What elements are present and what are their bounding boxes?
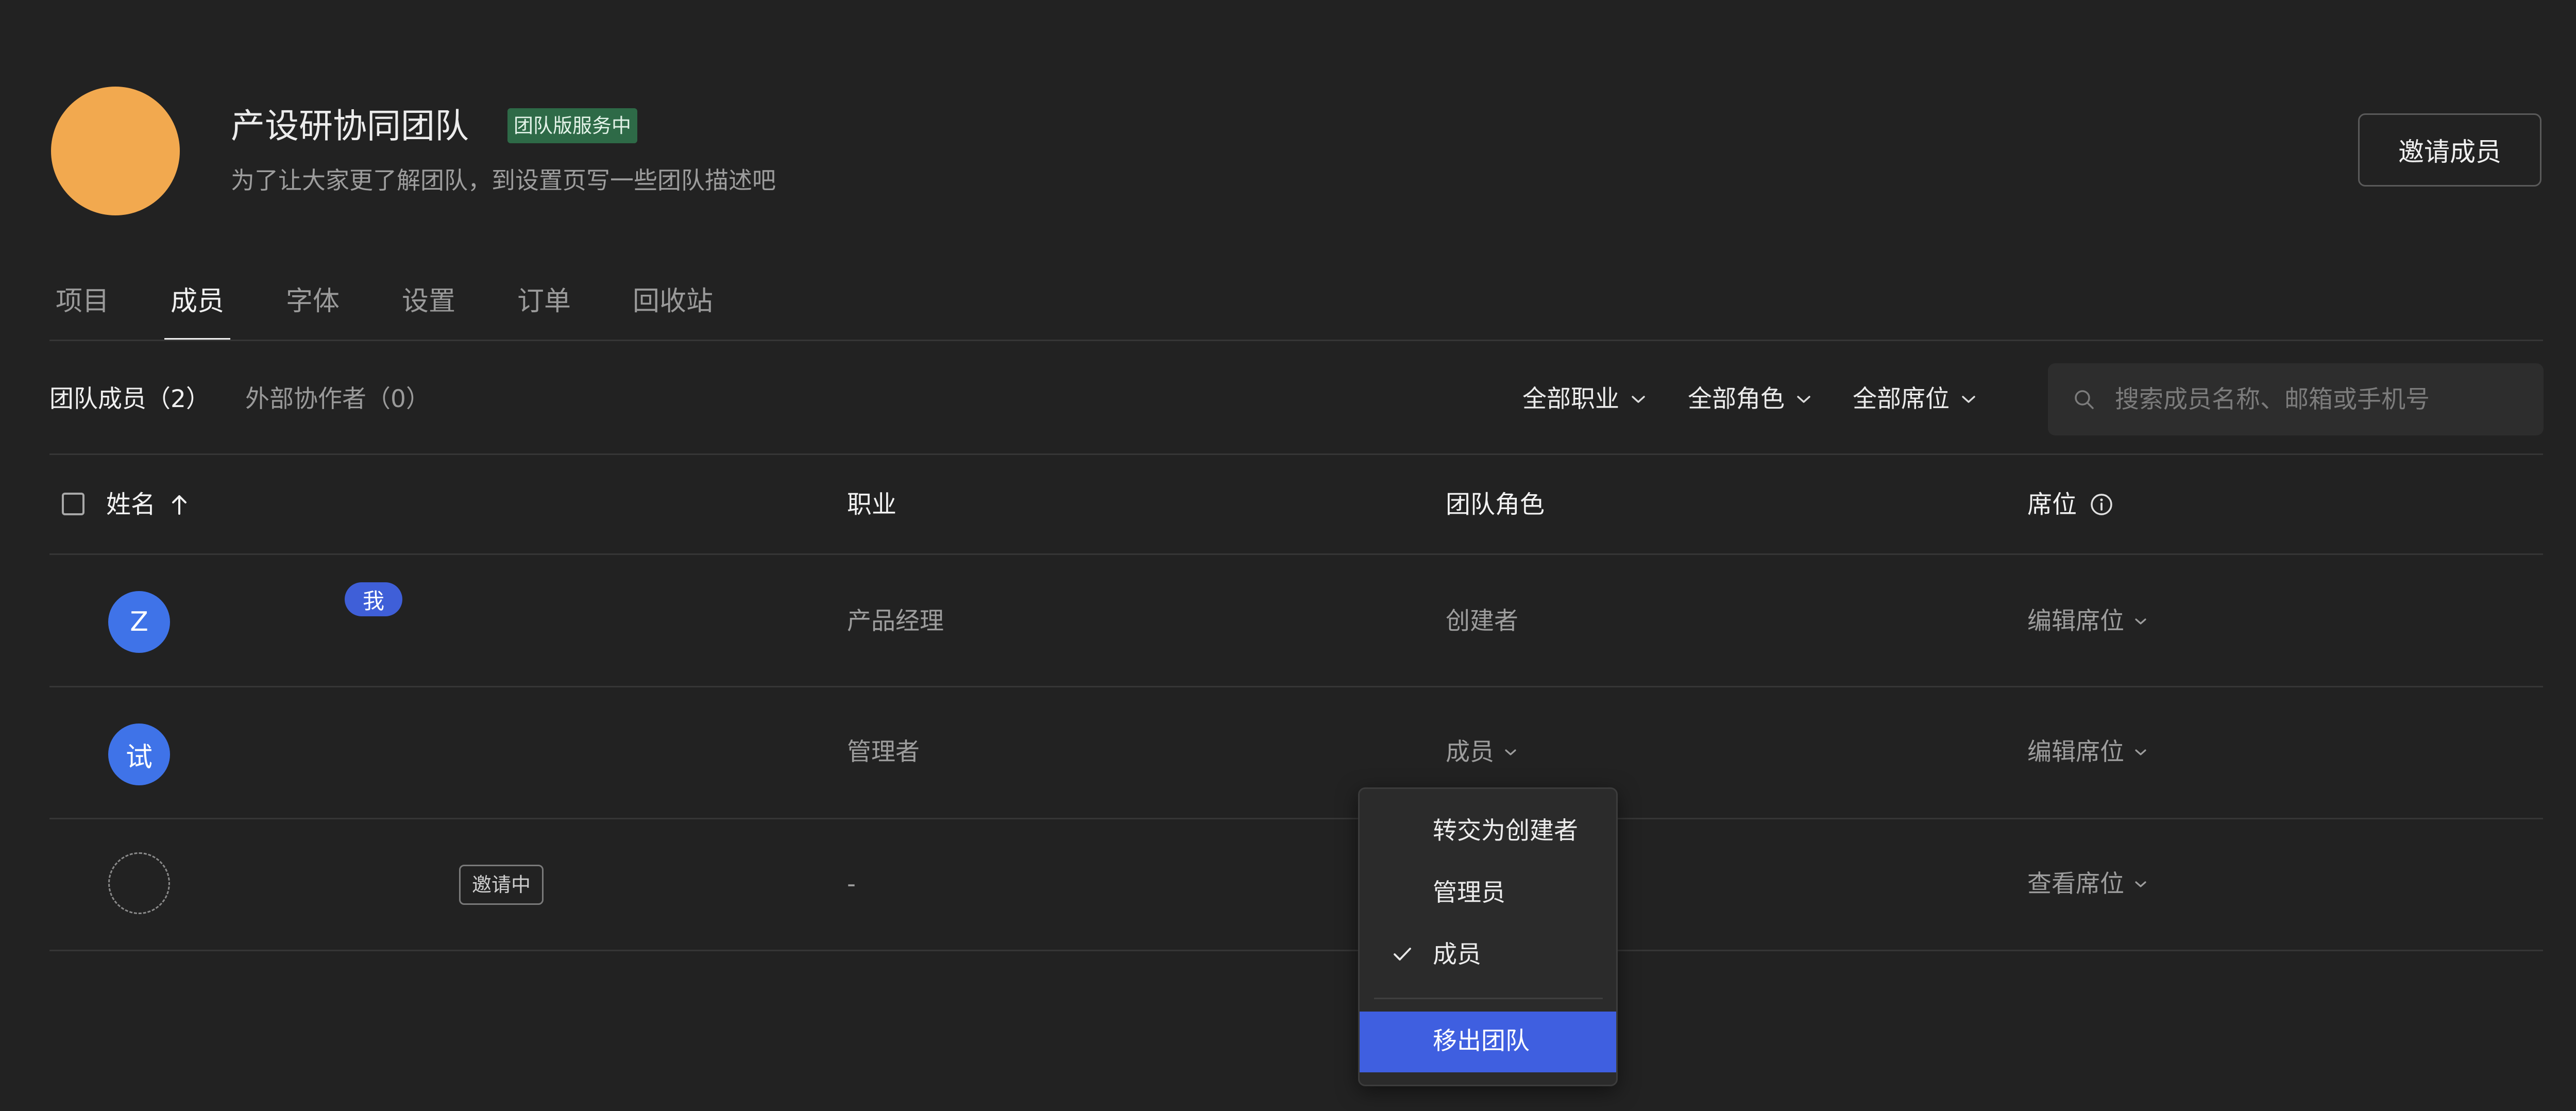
inviting-badge: 邀请中	[459, 865, 544, 905]
menu-item-admin[interactable]: 管理员	[1360, 865, 1616, 922]
column-header-role: 团队角色	[1446, 490, 1545, 519]
remove-from-team-button[interactable]: 移出团队	[1360, 1012, 1616, 1072]
chevron-down-icon	[1797, 396, 1810, 403]
search-input[interactable]	[2114, 384, 2507, 414]
team-description: 为了让大家更了解团队，到设置页写一些团队描述吧	[231, 166, 776, 194]
seat-dropdown[interactable]: 查看席位	[2027, 869, 2148, 900]
menu-item-member[interactable]: 成员	[1360, 927, 1616, 984]
member-job: 管理者	[847, 738, 920, 766]
me-badge: 我	[345, 582, 402, 616]
filter-role[interactable]: 全部角色	[1688, 384, 1811, 415]
seat-label: 编辑席位	[2027, 738, 2124, 766]
filter-seat[interactable]: 全部席位	[1853, 384, 1976, 415]
column-header-seat: 席位	[2027, 489, 2114, 520]
seat-label: 查看席位	[2027, 870, 2124, 898]
row-divider	[49, 818, 2543, 819]
filter-job-label: 全部职业	[1522, 385, 1619, 413]
column-header-seat-label: 席位	[2027, 490, 2077, 519]
member-job: -	[847, 870, 856, 898]
sort-arrow-up-icon	[172, 495, 187, 515]
tab-orders[interactable]: 订单	[517, 283, 571, 319]
tab-members[interactable]: 成员	[171, 283, 224, 319]
tab-settings[interactable]: 设置	[402, 283, 455, 319]
role-menu: 转交为创建者 管理员 成员 移出团队	[1358, 787, 1618, 1086]
info-icon[interactable]	[2089, 492, 2114, 517]
select-all-checkbox[interactable]	[62, 493, 84, 515]
subtab-team-members[interactable]: 团队成员（2）	[49, 384, 210, 415]
menu-item-label: 转交为创建者	[1433, 817, 1578, 845]
tab-projects[interactable]: 项目	[56, 283, 109, 319]
team-name: 产设研协同团队	[231, 106, 469, 146]
column-header-name-label: 姓名	[106, 490, 156, 519]
check-icon	[1394, 948, 1411, 961]
chevron-down-icon	[1505, 749, 1516, 755]
seat-label: 编辑席位	[2027, 607, 2124, 635]
menu-item-label: 成员	[1433, 940, 1481, 969]
member-search[interactable]	[2048, 363, 2544, 435]
chevron-down-icon	[2135, 881, 2146, 887]
team-plan-badge: 团队版服务中	[507, 108, 638, 143]
pending-avatar	[108, 852, 170, 914]
menu-item-label: 移出团队	[1433, 1027, 1530, 1055]
column-header-job: 职业	[847, 490, 897, 519]
role-dropdown[interactable]: 成员	[1446, 737, 1518, 768]
avatar: 试	[108, 723, 170, 785]
tab-recycle-bin[interactable]: 回收站	[633, 283, 713, 319]
role-label: 成员	[1446, 738, 1494, 766]
chevron-down-icon	[1962, 396, 1975, 403]
invite-member-button[interactable]: 邀请成员	[2358, 113, 2541, 187]
chevron-down-icon	[2135, 749, 2146, 755]
chevron-down-icon	[1632, 396, 1645, 403]
team-avatar	[51, 87, 180, 215]
row-divider	[49, 950, 2543, 951]
menu-item-label: 管理员	[1433, 879, 1505, 907]
filters-divider	[49, 453, 2543, 455]
menu-item-transfer-owner[interactable]: 转交为创建者	[1360, 803, 1616, 860]
header-divider	[49, 553, 2543, 555]
member-role: 创建者	[1446, 607, 1518, 635]
tab-fonts[interactable]: 字体	[286, 283, 340, 319]
seat-dropdown[interactable]: 编辑席位	[2027, 606, 2148, 637]
column-header-name[interactable]: 姓名	[106, 489, 190, 520]
row-divider	[49, 686, 2543, 687]
tabs-divider	[49, 340, 2543, 341]
seat-dropdown[interactable]: 编辑席位	[2027, 737, 2148, 768]
menu-divider	[1374, 998, 1603, 999]
filter-role-label: 全部角色	[1688, 385, 1785, 413]
subtab-external-collaborators[interactable]: 外部协作者（0）	[245, 384, 430, 415]
avatar: Z	[108, 591, 170, 653]
filter-job[interactable]: 全部职业	[1522, 384, 1646, 415]
search-icon	[2075, 390, 2094, 409]
member-job: 产品经理	[847, 607, 944, 635]
filter-seat-label: 全部席位	[1853, 385, 1950, 413]
chevron-down-icon	[2135, 618, 2146, 625]
